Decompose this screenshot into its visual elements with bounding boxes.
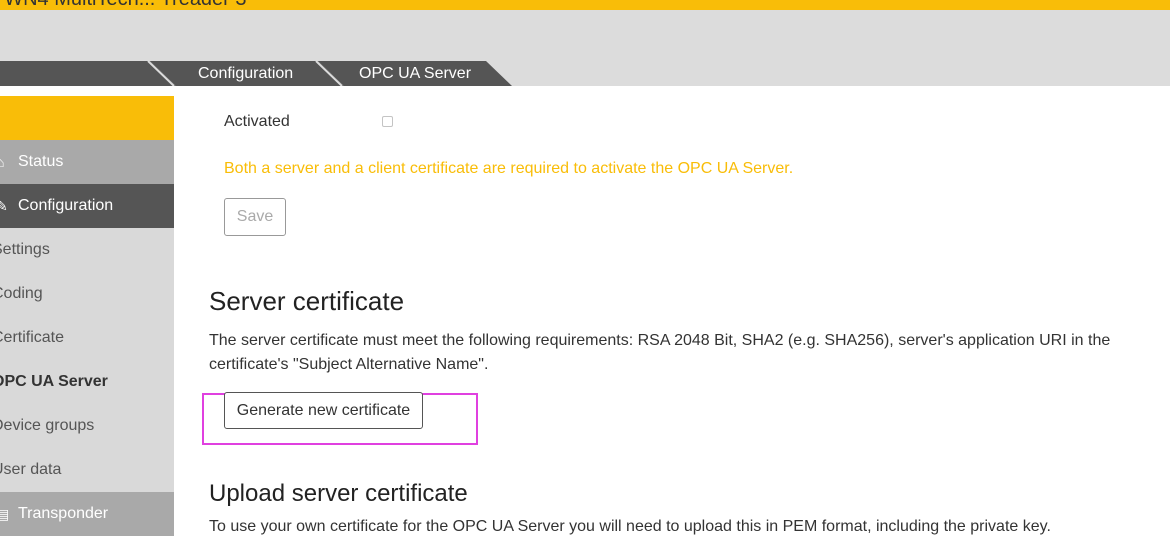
sidebar-item-transponder[interactable]: ▤ Transponder (0, 492, 174, 536)
breadcrumb-separator (315, 61, 343, 86)
sidebar-item-label: Status (18, 153, 64, 170)
server-certificate-heading: Server certificate (209, 286, 405, 316)
generate-certificate-button[interactable]: Generate new certificate (224, 392, 423, 429)
activated-label: Activated (224, 113, 290, 130)
sidebar-item-label: User data (0, 461, 62, 478)
top-accent-bar: TWN4 MultiTech... Treader 3 (0, 0, 1170, 10)
upload-certificate-description: To use your own certificate for the OPC … (209, 518, 1051, 535)
server-certificate-description: The server certificate must meet the fol… (209, 332, 1111, 373)
list-icon: ▤ (0, 506, 10, 522)
sidebar-accent (0, 96, 174, 140)
sidebar-item-label: Configuration (18, 197, 114, 214)
app-title: TWN4 MultiTech... Treader 3 (0, 0, 247, 10)
sidebar-item-label: OPC UA Server (0, 373, 108, 390)
edit-icon: ✎ (0, 198, 8, 214)
breadcrumb-separator (147, 61, 175, 86)
sidebar-item-label: Settings (0, 241, 50, 258)
sidebar-item-user-data[interactable]: User data (0, 448, 174, 492)
breadcrumb-label: OPC UA Server (359, 65, 472, 82)
sidebar-item-device-groups[interactable]: Device groups (0, 404, 174, 448)
sidebar-item-settings[interactable]: Settings (0, 228, 174, 272)
activated-checkbox[interactable] (382, 116, 393, 127)
sidebar-item-label: Transponder (18, 505, 109, 522)
sidebar-item-label: Device groups (0, 417, 95, 434)
sidebar-item-opc-ua-server[interactable]: OPC UA Server (0, 360, 174, 404)
sidebar-item-label: Coding (0, 285, 43, 302)
breadcrumb-label: Configuration (198, 65, 294, 82)
save-button[interactable]: Save (224, 198, 286, 236)
sidebar-item-status[interactable]: ⌂ Status (0, 140, 174, 184)
upload-certificate-heading: Upload server certificate (209, 480, 468, 507)
sidebar-item-coding[interactable]: Coding (0, 272, 174, 316)
sidebar: ⌂ Status ✎ Configuration Settings Coding… (0, 96, 174, 536)
sidebar-item-configuration[interactable]: ✎ Configuration (0, 184, 174, 228)
sidebar-item-certificate[interactable]: Certificate (0, 316, 174, 360)
warning-message: Both a server and a client certificate a… (224, 160, 794, 177)
breadcrumb-item-opc-ua-server[interactable]: OPC UA Server (318, 61, 512, 86)
sidebar-item-label: Certificate (0, 329, 65, 346)
main-content: Activated Both a server and a client cer… (174, 86, 1170, 535)
home-icon: ⌂ (0, 154, 5, 170)
